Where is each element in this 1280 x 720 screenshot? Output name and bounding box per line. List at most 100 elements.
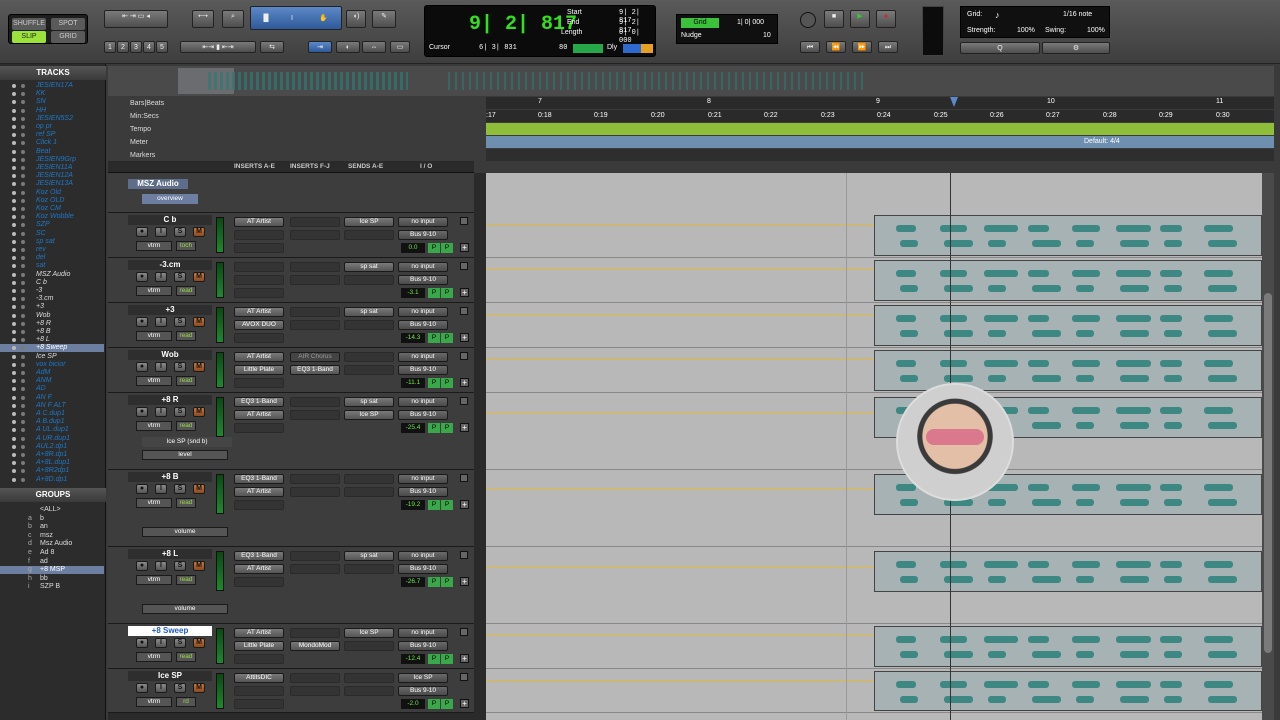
options-buttons[interactable] [623,44,653,53]
edit-canvas[interactable] [486,173,1262,720]
track-list-item[interactable]: SZP [0,221,104,229]
insert-c[interactable] [234,423,284,433]
play-icon[interactable]: ▶ [850,10,870,28]
show-hide-icon[interactable] [12,174,16,179]
insert-b[interactable] [234,230,284,240]
track-list-item[interactable]: KK [0,90,104,98]
track-strip[interactable]: +8 R ● I S Mvtrm read EQ3 1-Band AT Artist sp sa… [108,393,474,470]
automation-mode[interactable]: read [176,652,196,662]
solo-button[interactable]: S [174,484,186,494]
show-hide-icon[interactable] [12,223,16,228]
track-name[interactable]: +8 B [128,472,212,482]
automation-view[interactable]: vtrm [136,697,172,707]
show-hide-icon[interactable] [12,289,16,293]
automation-lane-target[interactable]: Ice SP (snd b) [142,437,232,447]
automation-view[interactable]: vtrm [136,241,172,251]
insert-b[interactable]: Little Plate [234,641,284,651]
group-list-item[interactable]: f ad [0,558,104,566]
playhead-marker-icon[interactable] [950,97,958,107]
vertical-scrollbar[interactable] [1262,173,1274,720]
add-lane-icon[interactable]: + [460,333,469,342]
active-icon[interactable] [21,305,25,310]
active-icon[interactable] [21,125,25,129]
track-list-item[interactable]: Koz Wobble [0,213,104,221]
send-a[interactable] [344,352,394,362]
swing-value[interactable]: 100% [1087,27,1105,34]
track-strip[interactable]: +8 Sweep ● I S Mvtrm read AT Artist Little Plat… [108,624,474,669]
track-list-item[interactable]: JESIEN17A [0,82,104,90]
group-list-item[interactable]: h bb [0,575,104,583]
insert-a[interactable] [234,262,284,272]
show-hide-icon[interactable] [12,338,16,343]
insert-b[interactable]: Little Plate [234,365,284,375]
show-hide-icon[interactable] [12,157,16,162]
selector-tool-icon[interactable]: I [291,13,293,24]
show-hide-icon[interactable] [12,141,16,146]
active-icon[interactable] [21,461,25,466]
insert-c[interactable] [234,654,284,664]
show-hide-icon[interactable] [12,403,16,408]
active-icon[interactable] [21,346,25,351]
track-list-item[interactable]: A+8R2dp1 [0,467,104,475]
track-list-item[interactable]: sat [0,262,104,270]
insert-a[interactable]: AT Artist [234,307,284,317]
active-icon[interactable] [21,280,25,285]
show-hide-icon[interactable] [12,100,16,105]
mute-button[interactable]: M [193,683,205,693]
active-icon[interactable] [21,157,25,162]
track-list-item[interactable]: Wob [0,312,104,320]
add-lane-icon[interactable]: + [460,500,469,509]
track-list-item[interactable]: vox bicior [0,361,104,369]
insert-g[interactable] [290,230,340,240]
mute-button[interactable]: M [193,317,205,327]
track-list-item[interactable]: Beat [0,148,104,156]
volume-readout[interactable]: -14.3 [401,333,425,343]
record-icon[interactable]: ● [876,10,896,28]
add-lane-icon[interactable]: + [460,699,469,708]
input-selector[interactable]: no input [398,217,448,227]
add-lane-icon[interactable]: + [460,378,469,387]
pan-right-button[interactable]: P [441,288,453,298]
track-list-item[interactable]: Click 1 [0,139,104,147]
insert-f[interactable] [290,628,340,638]
track-list-item[interactable]: JESIEN12A [0,172,104,180]
record-arm-icon[interactable]: ● [136,227,148,237]
folder-view-selector[interactable]: overview [142,194,198,204]
record-arm-icon[interactable]: ● [136,638,148,648]
automation-view[interactable]: vtrm [136,498,172,508]
active-icon[interactable] [21,231,25,236]
show-hide-icon[interactable] [12,354,16,359]
show-hide-icon[interactable] [12,379,16,384]
track-lane[interactable] [486,393,1262,470]
insert-a[interactable]: AT Artist [234,352,284,362]
track-list-item[interactable]: A+8R.dp1 [0,451,104,459]
active-icon[interactable] [21,239,25,244]
track-strip[interactable]: +8 L ● I S Mvtrm read EQ3 1-Band AT Artist sp sa… [108,547,474,624]
track-list-item[interactable]: SN [0,98,104,106]
volume-readout[interactable]: -19.2 [401,500,425,510]
input-selector[interactable]: no input [398,262,448,272]
length-value[interactable]: 0| 0| 000 [619,29,655,45]
record-arm-icon[interactable]: ● [136,362,148,372]
track-list-item[interactable]: Ice SP [0,353,104,361]
zoom-preset-3[interactable]: 3 [130,41,142,53]
track-lane[interactable] [486,348,1262,393]
track-menu-icon[interactable] [460,673,468,681]
output-selector[interactable]: Bus 9-10 [398,230,448,240]
active-icon[interactable] [21,190,25,195]
show-hide-icon[interactable] [12,84,16,88]
input-monitor-button[interactable]: I [155,272,167,282]
group-list-item[interactable]: g +8 MSP [0,566,104,575]
track-list-item[interactable]: C b [0,279,104,287]
solo-button[interactable]: S [174,638,186,648]
audio-clip[interactable] [874,260,1262,301]
show-hide-icon[interactable] [12,108,16,113]
track-list-item[interactable]: -3 [0,287,104,295]
active-icon[interactable] [21,403,25,408]
pan-right-button[interactable]: P [441,333,453,343]
tempo-ruler[interactable] [486,123,1274,135]
pan-left-button[interactable]: P [428,288,440,298]
active-icon[interactable] [21,182,25,187]
show-hide-icon[interactable] [12,412,16,416]
stop-icon[interactable]: ■ [824,10,844,28]
